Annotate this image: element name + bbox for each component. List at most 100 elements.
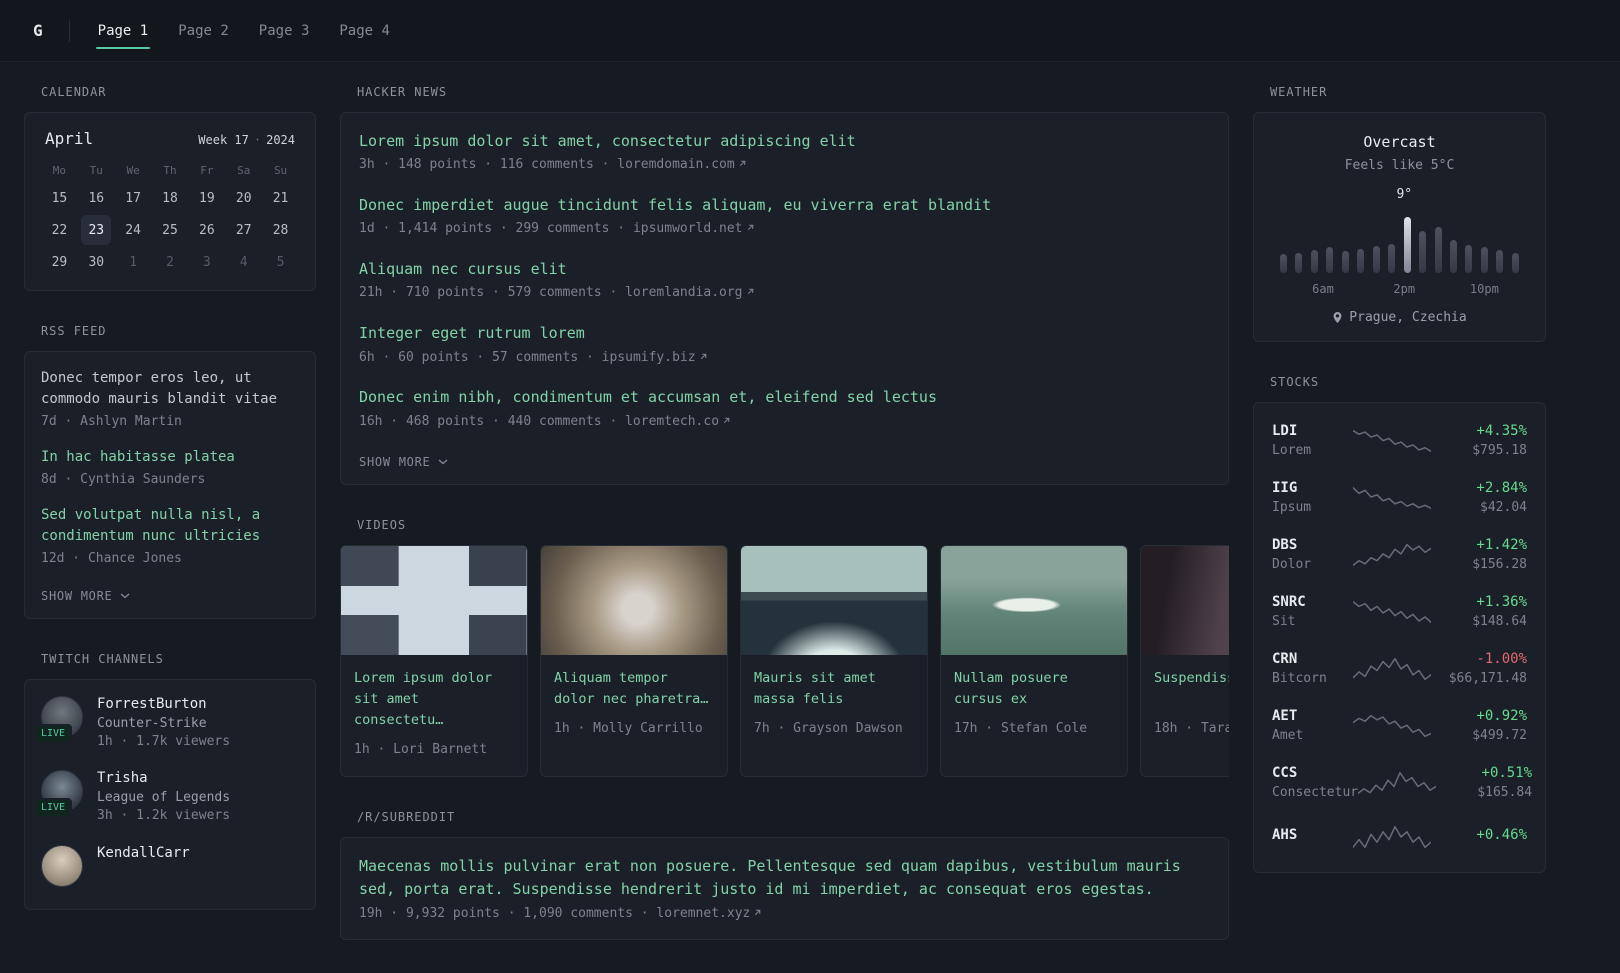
calendar-day: 24: [125, 222, 141, 238]
post-headline[interactable]: Maecenas mollis pulvinar erat non posuer…: [359, 855, 1210, 902]
stock-row: CCS Consectetur +0.51% $165.84: [1270, 754, 1532, 811]
stock-values: +1.36% $148.64: [1431, 594, 1527, 629]
video-title[interactable]: Nullam posuere cursus ex: [954, 668, 1114, 710]
tab-page-3[interactable]: Page 3: [257, 2, 312, 60]
channel-name[interactable]: KendallCarr: [97, 845, 190, 861]
channel-name[interactable]: ForrestBurton: [97, 696, 230, 712]
rss-meta: 7d · Ashlyn Martin: [41, 414, 182, 429]
post-meta-text: 19h · 9,932 points · 1,090 comments ·: [359, 905, 657, 921]
weather-bar: [1341, 251, 1349, 273]
stock-price: $165.84: [1477, 785, 1533, 800]
app-logo: G: [33, 21, 43, 40]
stock-name: Dolor: [1272, 557, 1312, 572]
hn-show-more-button[interactable]: SHOW MORE: [359, 453, 448, 471]
video-body: Mauris sit amet massa felis 7h · Grayson…: [741, 655, 927, 755]
subreddit-widget-title: /R/SUBREDDIT: [357, 810, 456, 825]
right-column: WEATHER Overcast Feels like 5°C 9° 6am 2…: [1253, 85, 1546, 906]
post-meta: 19h · 9,932 points · 1,090 comments · lo…: [359, 905, 1210, 924]
news-domain-link[interactable]: ipsumworld.net: [633, 221, 743, 236]
stock-row: AET Amet +0.92% $499.72: [1270, 697, 1529, 754]
channel-info: Trisha League of Legends 3h · 1.2k viewe…: [97, 770, 230, 826]
news-meta-text: 6h · 60 points · 57 comments ·: [359, 349, 602, 365]
tab-page-2[interactable]: Page 2: [176, 2, 231, 60]
video-card[interactable]: Lorem ipsum dolor sit amet consectetu… 1…: [340, 545, 528, 778]
twitch-channel: LIVE Trisha League of Legends 3h · 1.2k …: [34, 770, 299, 826]
weather-bar: [1511, 252, 1519, 273]
news-item: Aliquam nec cursus elit 21h · 710 points…: [359, 258, 1210, 303]
news-item: Integer eget rutrum lorem 6h · 60 points…: [359, 322, 1210, 367]
weather-time: 2pm: [1393, 282, 1416, 296]
video-title[interactable]: Lorem ipsum dolor sit amet consectetu…: [354, 668, 514, 731]
stock-ticker: CRN: [1272, 651, 1298, 667]
live-badge: LIVE: [34, 723, 73, 744]
stock-values: +0.51% $165.84: [1436, 765, 1532, 800]
video-card[interactable]: Mauris sit amet massa felis 7h · Grayson…: [740, 545, 928, 778]
external-link-icon: [755, 909, 761, 915]
weather-bars: [1280, 209, 1519, 273]
video-body: Nullam posuere cursus ex 17h · Stefan Co…: [941, 655, 1127, 755]
stock-price: $156.28: [1472, 557, 1527, 572]
videos-widget-title: VIDEOS: [357, 518, 407, 533]
news-domain-link[interactable]: loremdomain.com: [617, 157, 734, 172]
subreddit-card: Maecenas mollis pulvinar erat non posuer…: [340, 837, 1229, 941]
news-meta-text: 3h · 148 points · 116 comments ·: [359, 157, 618, 173]
stock-change: +0.51%: [1481, 765, 1533, 781]
news-headline[interactable]: Donec enim nibh, condimentum et accumsan…: [359, 386, 1210, 409]
tab-page-1[interactable]: Page 1: [95, 2, 151, 60]
calendar-day: 22: [51, 222, 68, 238]
chevron-down-icon: [438, 459, 447, 465]
weather-bar: [1434, 226, 1442, 273]
external-link-icon: [747, 225, 753, 231]
calendar-day-header: Mo: [52, 163, 67, 177]
twitch-channel: KendallCarr: [41, 845, 299, 888]
news-domain-link[interactable]: loremtech.co: [625, 414, 719, 429]
weather-bar: [1388, 243, 1396, 273]
video-card[interactable]: Nullam posuere cursus ex 17h · Stefan Co…: [940, 545, 1128, 778]
weather-bar: [1449, 239, 1457, 273]
stock-id: SNRC Sit: [1272, 594, 1353, 629]
news-headline[interactable]: Donec imperdiet augue tincidunt felis al…: [359, 194, 1210, 217]
rss-headline[interactable]: Donec tempor eros leo, ut commodo mauris…: [41, 368, 299, 410]
stock-price: $148.64: [1472, 614, 1527, 629]
video-title[interactable]: Aliquam tempor dolor nec pharetra…: [554, 668, 714, 710]
news-domain-link[interactable]: loremlandia.org: [625, 285, 742, 300]
video-card[interactable]: Suspendisse diam 18h · Tara: [1140, 545, 1229, 778]
rss-headline[interactable]: In hac habitasse platea: [41, 447, 299, 468]
subreddit-widget: /R/SUBREDDIT Maecenas mollis pulvinar er…: [340, 810, 1229, 941]
calendar-day: 26: [199, 222, 215, 238]
post-domain-link[interactable]: loremnet.xyz: [656, 906, 750, 921]
calendar-widget: CALENDAR April Week 17 · 2024 Mo Tu We Th Fr Sa…: [24, 85, 316, 291]
weather-condition: Overcast: [1363, 133, 1436, 151]
stock-id: LDI Lorem: [1272, 423, 1353, 458]
weather-feels-like: Feels like 5°C: [1344, 158, 1455, 173]
rss-show-more-button[interactable]: SHOW MORE: [41, 587, 130, 605]
weather-widget-title: WEATHER: [1270, 85, 1328, 99]
video-card[interactable]: Aliquam tempor dolor nec pharetra… 1h · …: [540, 545, 728, 778]
channel-game: Counter-Strike: [97, 715, 207, 731]
stock-sparkline: [1353, 654, 1431, 684]
news-domain-link[interactable]: ipsumify.biz: [602, 350, 696, 365]
video-title[interactable]: Suspendisse diam: [1154, 668, 1229, 710]
avatar: [41, 845, 83, 888]
news-meta: 21h · 710 points · 579 comments · loreml…: [359, 284, 1210, 303]
left-column: CALENDAR April Week 17 · 2024 Mo Tu We Th Fr Sa…: [24, 85, 316, 943]
avatar-wrap: LIVE: [34, 770, 83, 819]
video-title[interactable]: Mauris sit amet massa felis: [754, 668, 914, 710]
news-headline[interactable]: Aliquam nec cursus elit: [359, 258, 1210, 281]
stock-ticker: AET: [1272, 708, 1298, 724]
stock-values: +2.84% $42.04: [1431, 480, 1527, 515]
channel-name[interactable]: Trisha: [97, 770, 230, 786]
rss-headline[interactable]: Sed volutpat nulla nisl, a condimentum n…: [41, 505, 299, 547]
calendar-day: 30: [88, 254, 105, 270]
news-headline[interactable]: Integer eget rutrum lorem: [359, 322, 1210, 345]
weather-bar: [1295, 252, 1303, 273]
middle-column: HACKER NEWS Lorem ipsum dolor sit amet, …: [340, 85, 1229, 973]
news-headline[interactable]: Lorem ipsum dolor sit amet, consectetur …: [359, 130, 1210, 153]
stock-values: +0.92% $499.72: [1431, 708, 1527, 743]
calendar-day: 2: [166, 254, 174, 270]
calendar-day-header: Tu: [89, 163, 103, 177]
calendar-day-header: Fr: [200, 163, 214, 177]
stock-row: SNRC Sit +1.36% $148.64: [1270, 583, 1529, 640]
stock-row: CRN Bitcorn -1.00% $66,171.48: [1270, 640, 1529, 697]
tab-page-4[interactable]: Page 4: [337, 2, 392, 60]
